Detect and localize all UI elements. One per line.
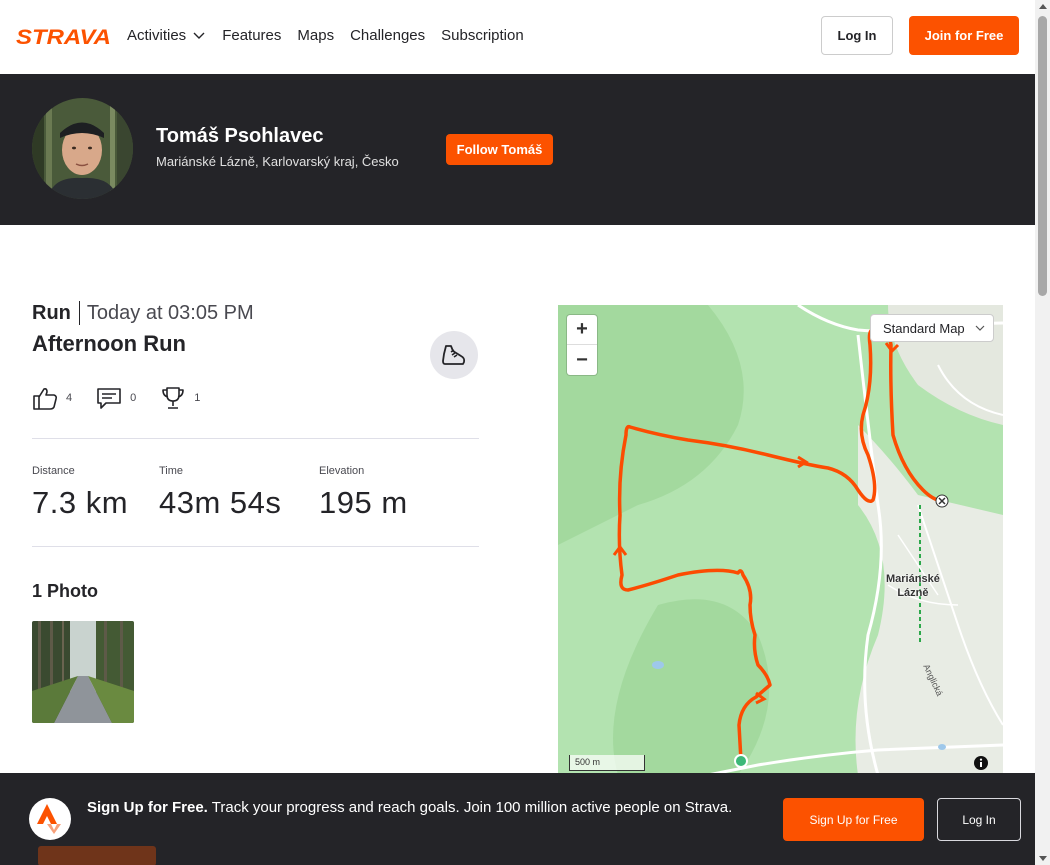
nav-item-label: Features	[222, 26, 282, 44]
nav-item-label: Maps	[297, 26, 335, 44]
banner-signup-button[interactable]: Sign Up for Free	[783, 798, 924, 841]
banner-body: Track your progress and reach goals. Joi…	[211, 799, 733, 816]
strava-chevron-icon	[37, 804, 61, 834]
divider	[32, 438, 479, 439]
top-nav: STRAVA Activities Features Maps Challeng…	[0, 0, 1035, 74]
underlying-button-edge	[38, 846, 156, 865]
join-button[interactable]: Join for Free	[909, 16, 1019, 55]
achievements-button[interactable]: 1	[160, 385, 200, 411]
trophy-icon	[162, 387, 185, 409]
map-scale: 500 m	[569, 755, 645, 771]
map-style-select[interactable]: Standard Map	[870, 314, 994, 342]
kudos-count: 4	[66, 392, 73, 404]
stat-value: 7.3 km	[32, 485, 129, 520]
signup-banner: Sign Up for Free. Track your progress an…	[0, 773, 1035, 865]
strava-logo[interactable]: STRAVA	[16, 26, 112, 46]
nav-item-subscription[interactable]: Subscription	[441, 24, 524, 46]
page-scrollbar[interactable]	[1035, 0, 1050, 865]
chevron-down-icon	[193, 32, 205, 39]
banner-login-button[interactable]: Log In	[937, 798, 1021, 841]
zoom-out-button[interactable]: −	[567, 345, 597, 375]
scroll-up-arrow-icon[interactable]	[1039, 4, 1047, 9]
nav-item-activities[interactable]: Activities	[127, 24, 206, 46]
follow-button[interactable]: Follow Tomáš	[446, 134, 553, 165]
zoom-in-button[interactable]: +	[567, 315, 597, 345]
comments-count: 0	[130, 392, 137, 404]
place-label-line: Mariánské	[886, 573, 940, 585]
stat-label: Elevation	[319, 465, 365, 477]
stat-distance: Distance 7.3 km	[32, 465, 128, 521]
kudos-button[interactable]: 4	[32, 385, 72, 411]
stat-elevation: Elevation 195 m	[319, 465, 408, 521]
gear-button[interactable]	[430, 331, 478, 379]
nav-item-label: Challenges	[350, 26, 426, 44]
divider	[32, 546, 479, 547]
achievements-count: 1	[194, 392, 201, 404]
photos-title: 1 Photo	[32, 581, 98, 601]
nav-item-label: Subscription	[441, 26, 524, 44]
activity-map[interactable]: + − Standard Map Mariánské Lázně Anglick…	[558, 305, 1003, 775]
athlete-header: Tomáš Psohlavec Mariánské Lázně, Karlova…	[0, 74, 1035, 225]
stat-label: Time	[159, 465, 184, 477]
thumbs-up-icon	[33, 388, 58, 410]
nav-item-maps[interactable]: Maps	[297, 24, 334, 46]
comments-button[interactable]: 0	[96, 385, 136, 411]
page: STRAVA Activities Features Maps Challeng…	[0, 0, 1050, 865]
stat-label: Distance	[32, 465, 75, 477]
scroll-thumb[interactable]	[1038, 16, 1047, 296]
nav-item-features[interactable]: Features	[222, 24, 281, 46]
nav-item-label: Activities	[127, 26, 187, 44]
place-label-line: Lázně	[897, 587, 929, 599]
activity-photo[interactable]	[32, 621, 134, 723]
stat-value: 43m 54s	[159, 485, 282, 520]
athlete-avatar[interactable]	[32, 98, 133, 199]
stat-value: 195 m	[319, 485, 408, 520]
shoe-icon	[442, 345, 466, 365]
activity-time: Today at 03:05 PM	[86, 301, 254, 324]
info-icon[interactable]	[973, 755, 989, 771]
activity-heading: Run Today at 03:05 PM	[32, 301, 254, 325]
chevron-down-icon	[975, 325, 985, 331]
map-style-label: Standard Map	[883, 320, 965, 336]
banner-text: Sign Up for Free. Track your progress an…	[87, 797, 747, 819]
map-zoom-control: + −	[567, 315, 597, 375]
athlete-location: Mariánské Lázně, Karlovarský kraj, Česko	[156, 154, 399, 169]
activity-title: Afternoon Run	[32, 331, 186, 356]
stat-time: Time 43m 54s	[159, 465, 281, 521]
scroll-down-arrow-icon[interactable]	[1039, 856, 1047, 861]
comment-icon	[97, 388, 121, 409]
activity-type: Run	[32, 301, 80, 325]
social-stats: 4 0 1	[32, 385, 224, 411]
strava-app-logo	[29, 798, 71, 840]
login-button[interactable]: Log In	[821, 16, 893, 55]
svg-text:STRAVA: STRAVA	[16, 26, 111, 46]
nav-menu: Activities Features Maps Challenges Subs…	[127, 24, 524, 46]
nav-item-challenges[interactable]: Challenges	[350, 24, 425, 46]
map-place-label: Mariánské Lázně	[886, 572, 940, 600]
athlete-name[interactable]: Tomáš Psohlavec	[156, 125, 323, 148]
banner-headline: Sign Up for Free.	[87, 799, 208, 816]
